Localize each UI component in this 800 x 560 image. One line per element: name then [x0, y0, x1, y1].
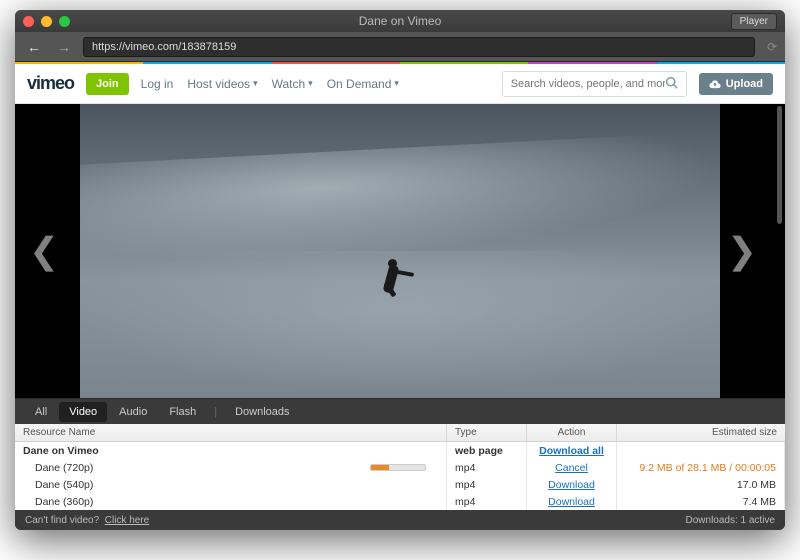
table-row: Dane (720p)mp4Cancel9.2 MB of 28.1 MB / … [15, 459, 785, 476]
app-window: Dane on Vimeo Player ← → https://vimeo.c… [15, 10, 785, 530]
progress-bar [370, 464, 426, 471]
browser-toolbar: ← → https://vimeo.com/183878159 ⟳ [15, 32, 785, 62]
table-row: Dane (540p)mp4Download17.0 MB [15, 476, 785, 493]
upload-button[interactable]: Upload [699, 73, 773, 95]
surfer-graphic [374, 257, 414, 317]
join-button[interactable]: Join [86, 73, 129, 95]
chevron-down-icon: ▾ [394, 78, 399, 89]
resource-action[interactable]: Download [527, 493, 617, 510]
nav-link-host-videos[interactable]: Host videos▾ [187, 77, 257, 91]
table-row: Dane (360p)mp4Download7.4 MB [15, 493, 785, 510]
resource-name: Dane (540p) [15, 476, 447, 493]
resource-name: Dane (360p) [15, 493, 447, 510]
reload-button[interactable]: ⟳ [767, 40, 777, 54]
resource-name: Dane (720p) [15, 459, 447, 476]
prev-video-button[interactable]: ❮ [21, 230, 67, 272]
table-header: Resource Name Type Action Estimated size [15, 424, 785, 442]
url-text: https://vimeo.com/183878159 [92, 41, 236, 53]
next-video-button[interactable]: ❯ [719, 230, 765, 272]
table-group-row: Dane on Vimeo web page Download all [15, 442, 785, 459]
group-type: web page [447, 442, 527, 459]
search-icon[interactable] [665, 76, 678, 92]
tab-all[interactable]: All [25, 402, 57, 422]
resource-tabs: AllVideoAudioFlash | Downloads [15, 398, 785, 424]
resource-size: 17.0 MB [617, 476, 785, 493]
titlebar: Dane on Vimeo Player [15, 10, 785, 32]
group-size [617, 442, 785, 459]
resource-action[interactable]: Download [527, 476, 617, 493]
site-header: vimeo Join Log in Host videos▾ Watch▾ On De… [15, 64, 785, 104]
footer-left: Can't find video? Click here [25, 515, 149, 526]
tab-audio[interactable]: Audio [109, 402, 157, 422]
resource-size: 7.4 MB [617, 493, 785, 510]
video-player[interactable] [80, 104, 720, 398]
window-title: Dane on Vimeo [15, 14, 785, 28]
video-area: ❮ ❯ [15, 104, 785, 398]
tab-downloads[interactable]: Downloads [225, 402, 299, 422]
tab-separator: | [214, 406, 217, 418]
col-header-name[interactable]: Resource Name [15, 424, 447, 441]
status-footer: Can't find video? Click here Downloads: … [15, 510, 785, 530]
col-header-type[interactable]: Type [447, 424, 527, 441]
group-title: Dane on Vimeo [15, 442, 447, 459]
tab-flash[interactable]: Flash [159, 402, 206, 422]
tab-video[interactable]: Video [59, 402, 107, 422]
scroll-thumb[interactable] [777, 106, 782, 224]
resource-type: mp4 [447, 459, 527, 476]
zoom-icon[interactable] [59, 16, 70, 27]
vimeo-logo[interactable]: vimeo [27, 73, 74, 94]
chevron-down-icon: ▾ [253, 78, 258, 89]
resource-action[interactable]: Cancel [527, 459, 617, 476]
search-box[interactable] [502, 71, 687, 97]
minimize-icon[interactable] [41, 16, 52, 27]
resource-size: 9.2 MB of 28.1 MB / 00:00:05 [617, 459, 785, 476]
forward-button[interactable]: → [53, 39, 75, 55]
resource-type: mp4 [447, 476, 527, 493]
nav-link-on-demand[interactable]: On Demand▾ [327, 77, 399, 91]
cloud-upload-icon [709, 78, 721, 90]
player-button[interactable]: Player [731, 13, 777, 30]
search-input[interactable] [511, 78, 665, 90]
download-all-link[interactable]: Download all [527, 442, 617, 459]
footer-downloads: Downloads: 1 active [686, 515, 776, 526]
scrollbar [776, 104, 783, 398]
nav-link-watch[interactable]: Watch▾ [272, 77, 313, 91]
back-button[interactable]: ← [23, 39, 45, 55]
click-here-link[interactable]: Click here [105, 515, 149, 526]
chevron-down-icon: ▾ [308, 78, 313, 89]
col-header-size[interactable]: Estimated size [617, 424, 785, 441]
upload-label: Upload [726, 78, 763, 90]
nav-links: Log in Host videos▾ Watch▾ On Demand▾ [141, 77, 399, 91]
col-header-action[interactable]: Action [527, 424, 617, 441]
traffic-lights [23, 16, 70, 27]
nav-link-log-in[interactable]: Log in [141, 77, 174, 91]
resource-table: Resource Name Type Action Estimated size… [15, 424, 785, 510]
close-icon[interactable] [23, 16, 34, 27]
url-bar[interactable]: https://vimeo.com/183878159 [83, 37, 755, 57]
resource-type: mp4 [447, 493, 527, 510]
